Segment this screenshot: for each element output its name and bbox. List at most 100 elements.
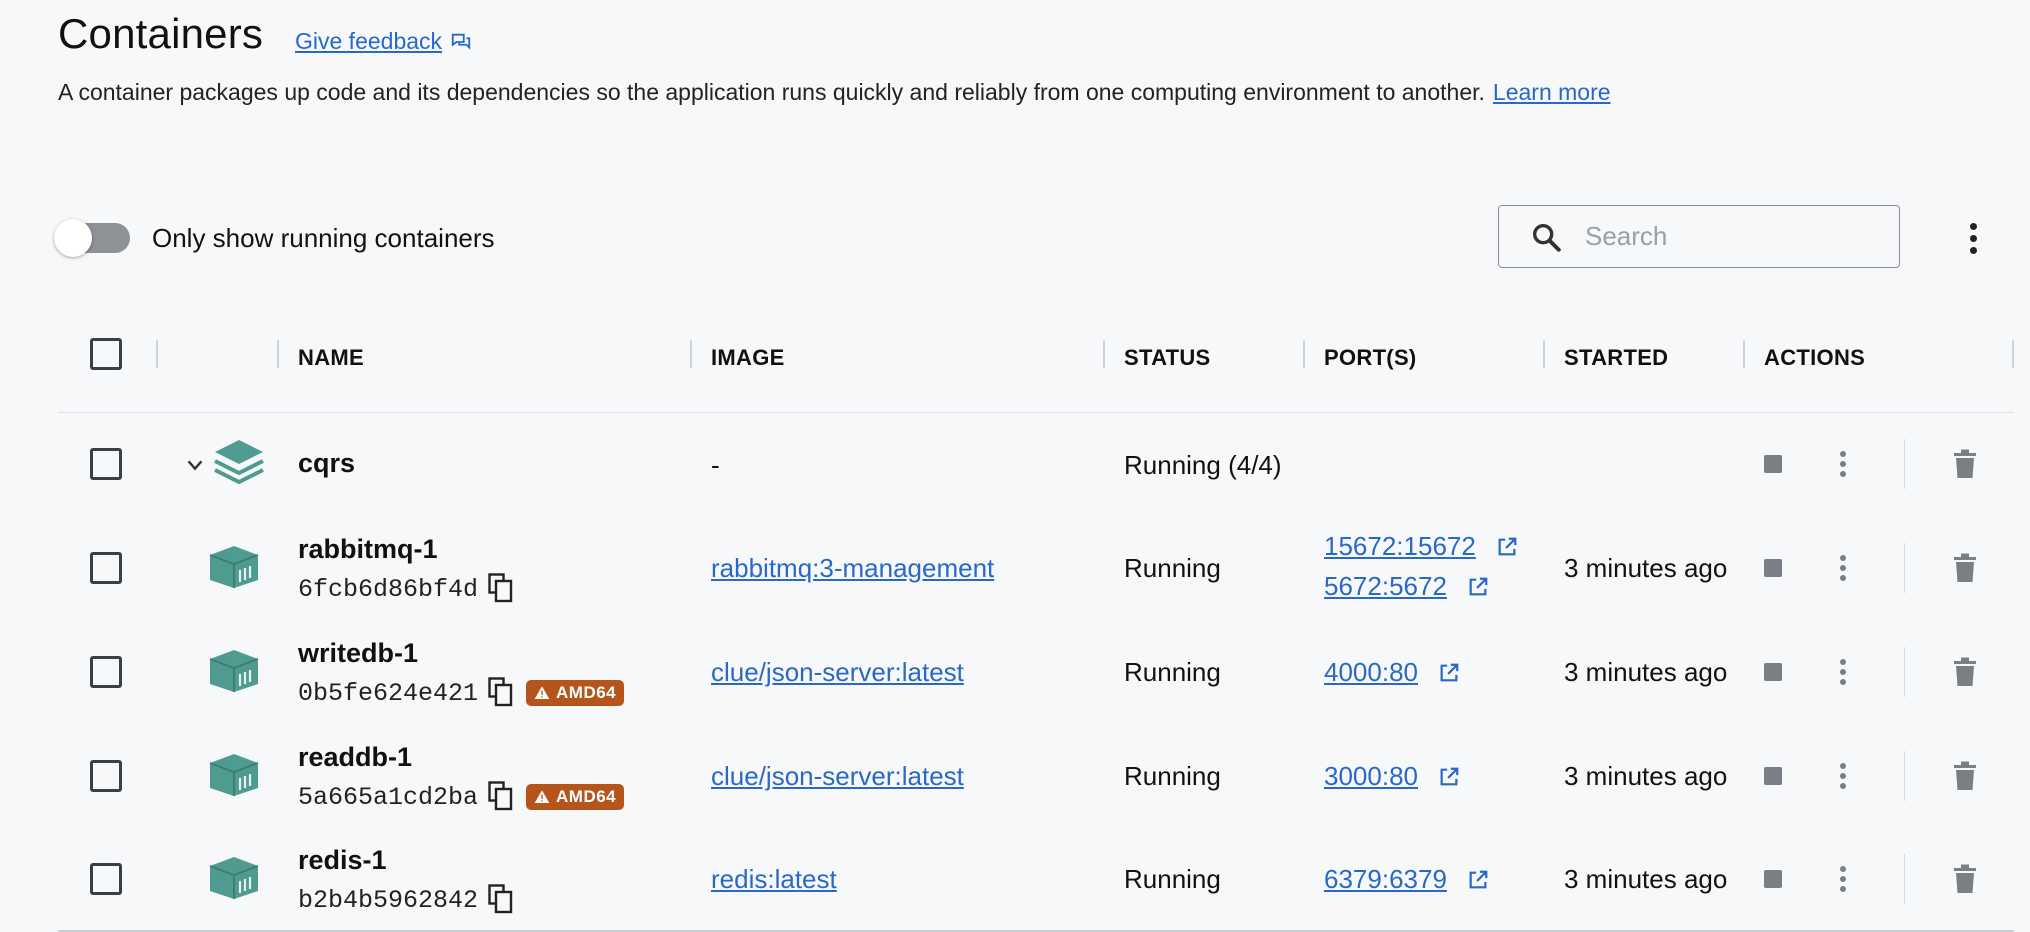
container-icon (208, 648, 260, 694)
container-name[interactable]: redis-1 (298, 845, 387, 876)
column-divider (1543, 340, 1545, 368)
action-separator (1904, 647, 1905, 697)
trash-icon[interactable] (1952, 449, 1978, 479)
started-time: 3 minutes ago (1564, 553, 1728, 583)
column-header-status[interactable]: STATUS (1124, 345, 1211, 371)
row-checkbox[interactable] (90, 656, 122, 688)
action-separator (1904, 854, 1905, 904)
more-vert-icon[interactable] (1958, 218, 1988, 258)
external-link-icon[interactable] (1496, 536, 1518, 558)
group-status: Running (4/4) (1124, 450, 1282, 480)
external-link-icon[interactable] (1467, 869, 1489, 891)
container-name[interactable]: readdb-1 (298, 742, 412, 773)
copy-icon[interactable] (488, 781, 514, 811)
badge-label: AMD64 (556, 787, 617, 806)
stop-icon[interactable] (1764, 663, 1782, 681)
image-link[interactable]: clue/json-server:latest (711, 761, 964, 792)
copy-icon[interactable] (488, 677, 514, 707)
select-all-checkbox[interactable] (90, 338, 122, 370)
description-text: A container packages up code and its dep… (58, 79, 1485, 105)
stop-icon[interactable] (1764, 455, 1782, 473)
port-link[interactable]: 3000:80 (1324, 761, 1418, 792)
container-id: 0b5fe624e421 (298, 679, 479, 708)
port-link[interactable]: 4000:80 (1324, 657, 1418, 688)
container-status: Running (1124, 553, 1221, 583)
row-checkbox[interactable] (90, 552, 122, 584)
running-only-toggle[interactable] (54, 219, 130, 257)
search-box[interactable] (1498, 205, 1900, 268)
platform-badge: AMD64 (526, 784, 625, 810)
platform-badge: AMD64 (526, 680, 625, 706)
column-header-actions: ACTIONS (1764, 345, 1866, 370)
badge-label: AMD64 (556, 683, 617, 702)
column-header-started[interactable]: STARTED (1564, 345, 1668, 371)
container-status: Running (1124, 657, 1221, 687)
more-vert-icon[interactable] (1838, 866, 1848, 892)
stop-icon[interactable] (1764, 870, 1782, 888)
trash-icon[interactable] (1952, 864, 1978, 894)
column-header-ports[interactable]: PORT(S) (1324, 345, 1417, 371)
column-divider (1743, 340, 1745, 368)
trash-icon[interactable] (1952, 553, 1978, 583)
image-link[interactable]: clue/json-server:latest (711, 657, 964, 688)
port-link[interactable]: 5672:5672 (1324, 571, 1447, 602)
more-vert-icon[interactable] (1838, 659, 1848, 685)
page-description: A container packages up code and its dep… (58, 79, 1611, 106)
copy-icon[interactable] (488, 884, 514, 914)
container-id: 5a665a1cd2ba (298, 783, 479, 812)
trash-icon[interactable] (1952, 761, 1978, 791)
copy-icon[interactable] (488, 573, 514, 603)
more-vert-icon[interactable] (1838, 555, 1848, 581)
row-checkbox[interactable] (90, 448, 122, 480)
action-separator (1904, 439, 1905, 489)
container-status: Running (1124, 864, 1221, 894)
container-icon (208, 855, 260, 901)
row-checkbox[interactable] (90, 760, 122, 792)
feedback-icon (451, 33, 471, 50)
column-header-image[interactable]: IMAGE (711, 345, 785, 371)
started-time: 3 minutes ago (1564, 657, 1728, 687)
container-icon (208, 752, 260, 798)
started-time: 3 minutes ago (1564, 864, 1728, 894)
external-link-icon[interactable] (1438, 766, 1460, 788)
give-feedback-link[interactable]: Give feedback (295, 28, 472, 55)
started-time: 3 minutes ago (1564, 761, 1728, 791)
column-header-name[interactable]: NAME (298, 345, 364, 371)
toggle-knob (54, 219, 92, 257)
action-separator (1904, 751, 1905, 801)
warning-icon (534, 685, 550, 701)
container-icon (208, 544, 260, 590)
warning-icon (534, 789, 550, 805)
search-icon (1532, 223, 1561, 252)
port-link[interactable]: 15672:15672 (1324, 531, 1476, 562)
chevron-down-icon[interactable] (184, 454, 206, 476)
external-link-icon[interactable] (1438, 662, 1460, 684)
stack-icon (214, 440, 264, 485)
learn-more-link[interactable]: Learn more (1493, 79, 1611, 105)
stop-icon[interactable] (1764, 767, 1782, 785)
more-vert-icon[interactable] (1838, 763, 1848, 789)
header-divider (58, 412, 2014, 413)
more-vert-icon[interactable] (1838, 451, 1848, 477)
action-separator (1904, 543, 1905, 593)
row-checkbox[interactable] (90, 863, 122, 895)
column-divider (156, 340, 158, 368)
container-id: 6fcb6d86bf4d (298, 575, 479, 604)
port-link[interactable]: 6379:6379 (1324, 864, 1447, 895)
page-title: Containers (58, 10, 264, 57)
column-divider (2012, 340, 2014, 368)
image-link[interactable]: rabbitmq:3-management (711, 553, 994, 584)
column-divider (1103, 340, 1105, 368)
column-divider (1303, 340, 1305, 368)
column-divider (277, 340, 279, 368)
image-link[interactable]: redis:latest (711, 864, 837, 895)
container-name[interactable]: writedb-1 (298, 638, 418, 669)
give-feedback-label: Give feedback (295, 28, 443, 54)
container-id: b2b4b5962842 (298, 886, 479, 915)
search-input[interactable] (1583, 220, 1887, 253)
container-name[interactable]: rabbitmq-1 (298, 534, 438, 565)
trash-icon[interactable] (1952, 657, 1978, 687)
external-link-icon[interactable] (1467, 576, 1489, 598)
stop-icon[interactable] (1764, 559, 1782, 577)
group-name[interactable]: cqrs (298, 448, 355, 479)
